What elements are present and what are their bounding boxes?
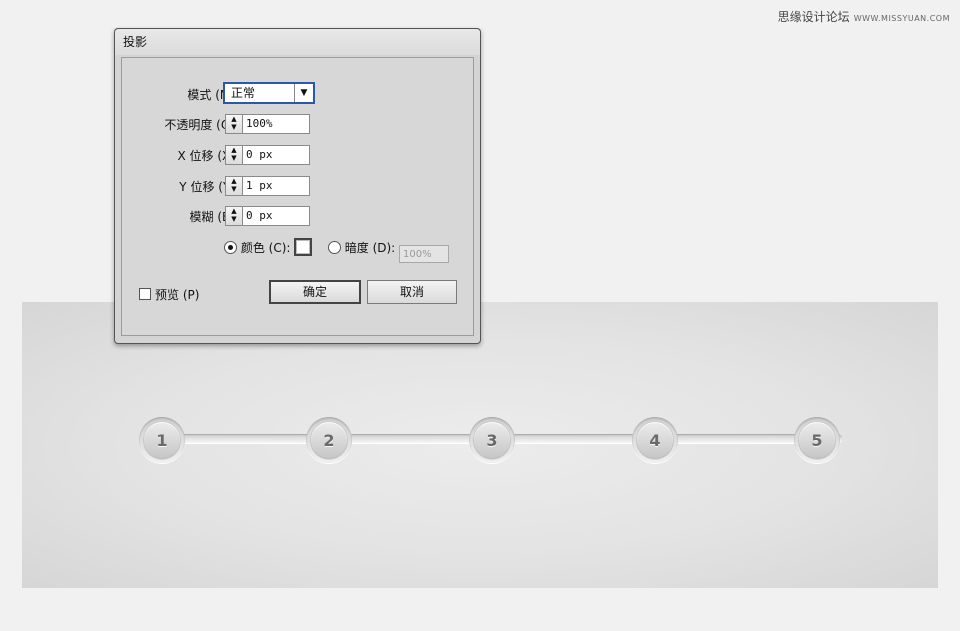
preview-row: 预览 (P): [139, 286, 229, 306]
drop-shadow-dialog: 投影 模式 (M): 正常 ▼ 不透明度 (O): ▲ ▼ 100% X 位移 (…: [114, 28, 481, 344]
step-4[interactable]: 4: [632, 417, 678, 463]
x-offset-input[interactable]: 0 px: [242, 145, 310, 165]
step-3[interactable]: 3: [469, 417, 515, 463]
y-offset-spinner-icon[interactable]: ▲ ▼: [225, 176, 243, 196]
x-offset-row: X 位移 (X): ▲ ▼ 0 px: [122, 145, 473, 165]
blur-spinner-icon[interactable]: ▲ ▼: [225, 206, 243, 226]
step-1[interactable]: 1: [139, 417, 185, 463]
ok-button[interactable]: 确定: [269, 280, 361, 304]
x-offset-spinner-icon[interactable]: ▲ ▼: [225, 145, 243, 165]
step-2[interactable]: 2: [306, 417, 352, 463]
y-offset-row: Y 位移 (Y): ▲ ▼ 1 px: [122, 176, 473, 196]
step-number: 5: [799, 422, 835, 458]
design-canvas: 1 2 3 4 5: [22, 302, 938, 588]
color-darkness-row: 颜色 (C): 暗度 (D): 100%: [224, 238, 464, 263]
preview-checkbox[interactable]: [139, 288, 151, 300]
dialog-title: 投影: [115, 29, 480, 55]
preview-label: 预览 (P): [155, 288, 200, 302]
watermark-url: WWW.MISSYUAN.COM: [853, 14, 950, 23]
color-radio[interactable]: [224, 241, 237, 254]
step-5[interactable]: 5: [794, 417, 840, 463]
step-number: 3: [474, 422, 510, 458]
blur-input[interactable]: 0 px: [242, 206, 310, 226]
opacity-input[interactable]: 100%: [242, 114, 310, 134]
dropdown-arrow-icon[interactable]: ▼: [294, 84, 313, 102]
opacity-row: 不透明度 (O): ▲ ▼ 100%: [122, 114, 473, 134]
watermark-text: 思缘设计论坛: [777, 10, 850, 24]
cancel-button[interactable]: 取消: [367, 280, 457, 304]
darkness-input: 100%: [399, 245, 450, 263]
darkness-label: 暗度 (D):: [344, 241, 396, 255]
mode-value: 正常: [231, 86, 256, 100]
opacity-spinner-icon[interactable]: ▲ ▼: [225, 114, 243, 134]
step-number: 2: [311, 422, 347, 458]
darkness-radio[interactable]: [327, 241, 341, 254]
watermark: 思缘设计论坛 WWW.MISSYUAN.COM: [778, 8, 950, 25]
blur-row: 模糊 (B): ▲ ▼ 0 px: [122, 206, 473, 226]
step-number: 1: [144, 422, 180, 458]
color-swatch[interactable]: [294, 238, 313, 256]
dialog-panel: 模式 (M): 正常 ▼ 不透明度 (O): ▲ ▼ 100% X 位移 (X):…: [121, 57, 474, 336]
mode-row: 模式 (M): 正常 ▼: [122, 82, 473, 104]
y-offset-input[interactable]: 1 px: [242, 176, 310, 196]
step-number: 4: [637, 422, 673, 458]
color-label: 颜色 (C):: [240, 241, 291, 255]
mode-select[interactable]: 正常 ▼: [223, 82, 315, 104]
